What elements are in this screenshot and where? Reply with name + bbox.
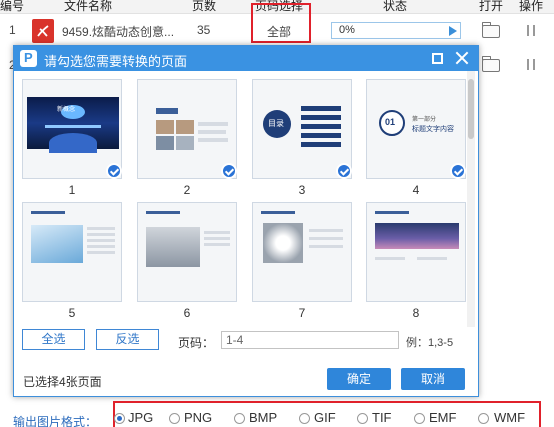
slide-text: 新概念 bbox=[57, 107, 76, 113]
page-number: 3 bbox=[298, 183, 306, 197]
check-icon[interactable] bbox=[450, 163, 466, 179]
scroll-thumb[interactable] bbox=[468, 79, 474, 139]
format-tif[interactable]: TIF bbox=[372, 410, 392, 425]
page-code-example: 例：1,3-5 bbox=[406, 337, 454, 349]
page-number: 5 bbox=[68, 306, 76, 320]
page-select-dialog: P 请勾选您需要转换的页面 新概念 1 2 目录 3 01 第一部分 标题文字内… bbox=[13, 45, 479, 397]
folder-icon[interactable] bbox=[481, 22, 500, 38]
page-code-label: 页码： bbox=[178, 336, 215, 350]
check-icon[interactable] bbox=[336, 163, 352, 179]
page-code-input[interactable]: 1-4 bbox=[221, 331, 399, 349]
dialog-titlebar[interactable]: P 请勾选您需要转换的页面 bbox=[14, 46, 478, 71]
check-icon[interactable] bbox=[221, 163, 237, 179]
slide-text: 目录 bbox=[268, 119, 284, 128]
col-index: 编号 bbox=[0, 0, 25, 13]
ok-button[interactable]: 确定 bbox=[327, 368, 391, 390]
radio-gif[interactable] bbox=[299, 413, 310, 424]
slide-text: 标题文字内容 bbox=[412, 126, 454, 133]
play-icon[interactable] bbox=[449, 26, 457, 36]
output-format-label: 输出图片格式： bbox=[13, 415, 98, 427]
radio-tif[interactable] bbox=[357, 413, 368, 424]
pdf-icon bbox=[32, 19, 54, 43]
page-thumbnail-6[interactable] bbox=[137, 202, 237, 302]
invert-selection-button[interactable]: 反选 bbox=[96, 329, 159, 350]
page-selection-highlight bbox=[251, 3, 311, 43]
format-png[interactable]: PNG bbox=[184, 410, 212, 425]
row-pages: 35 bbox=[197, 23, 211, 37]
cancel-button[interactable]: 取消 bbox=[401, 368, 465, 390]
page-number: 6 bbox=[183, 306, 191, 320]
col-status: 状态 bbox=[383, 0, 408, 13]
format-gif[interactable]: GIF bbox=[314, 410, 336, 425]
page-thumbnail-4[interactable]: 01 第一部分 标题文字内容 bbox=[366, 79, 466, 179]
format-bmp[interactable]: BMP bbox=[249, 410, 277, 425]
maximize-icon[interactable] bbox=[432, 53, 443, 64]
format-emf[interactable]: EMF bbox=[429, 410, 456, 425]
page-number: 2 bbox=[183, 183, 191, 197]
close-icon[interactable] bbox=[455, 51, 469, 65]
page-thumbnail-3[interactable]: 目录 bbox=[252, 79, 352, 179]
col-file-name: 文件名称 bbox=[64, 0, 113, 13]
progress-percent: 0% bbox=[339, 24, 355, 36]
app-logo-icon: P bbox=[20, 50, 37, 67]
page-thumbnail-1[interactable]: 新概念 bbox=[22, 79, 122, 179]
row-file-name: 9459.炫酷动态创意... bbox=[62, 25, 175, 39]
page-thumbnail-5[interactable] bbox=[22, 202, 122, 302]
page-thumbnail-7[interactable] bbox=[252, 202, 352, 302]
radio-bmp[interactable] bbox=[234, 413, 245, 424]
col-pages: 页数 bbox=[192, 0, 217, 13]
selected-count: 已选择4张页面 bbox=[23, 375, 102, 389]
folder-icon[interactable] bbox=[481, 56, 500, 72]
scrollbar[interactable] bbox=[467, 71, 475, 327]
col-open: 打开 bbox=[479, 0, 504, 13]
slide-text: 第一部分 bbox=[412, 117, 437, 123]
format-jpg[interactable]: JPG bbox=[128, 410, 153, 425]
dialog-title: 请勾选您需要转换的页面 bbox=[44, 54, 188, 69]
page-thumbnail-8[interactable] bbox=[366, 202, 466, 302]
page-number: 1 bbox=[68, 183, 76, 197]
format-wmf[interactable]: WMF bbox=[494, 410, 525, 425]
progress-bar: 0% bbox=[331, 22, 461, 39]
page-thumbnail-2[interactable] bbox=[137, 79, 237, 179]
page-number: 8 bbox=[412, 306, 420, 320]
select-all-button[interactable]: 全选 bbox=[22, 329, 85, 350]
radio-emf[interactable] bbox=[414, 413, 425, 424]
check-icon[interactable] bbox=[106, 163, 122, 179]
radio-png[interactable] bbox=[169, 413, 180, 424]
thumbnail-grid: 新概念 1 2 目录 3 01 第一部分 标题文字内容 4 5 6 7 8 bbox=[14, 71, 478, 327]
row-index: 1 bbox=[9, 23, 16, 37]
radio-wmf[interactable] bbox=[478, 413, 489, 424]
pause-icon[interactable] bbox=[527, 25, 535, 36]
radio-jpg[interactable] bbox=[114, 413, 125, 424]
page-number: 4 bbox=[412, 183, 420, 197]
page-number: 7 bbox=[298, 306, 306, 320]
slide-text: 01 bbox=[385, 117, 396, 127]
col-action: 操作 bbox=[519, 0, 544, 13]
pause-icon[interactable] bbox=[527, 59, 535, 70]
